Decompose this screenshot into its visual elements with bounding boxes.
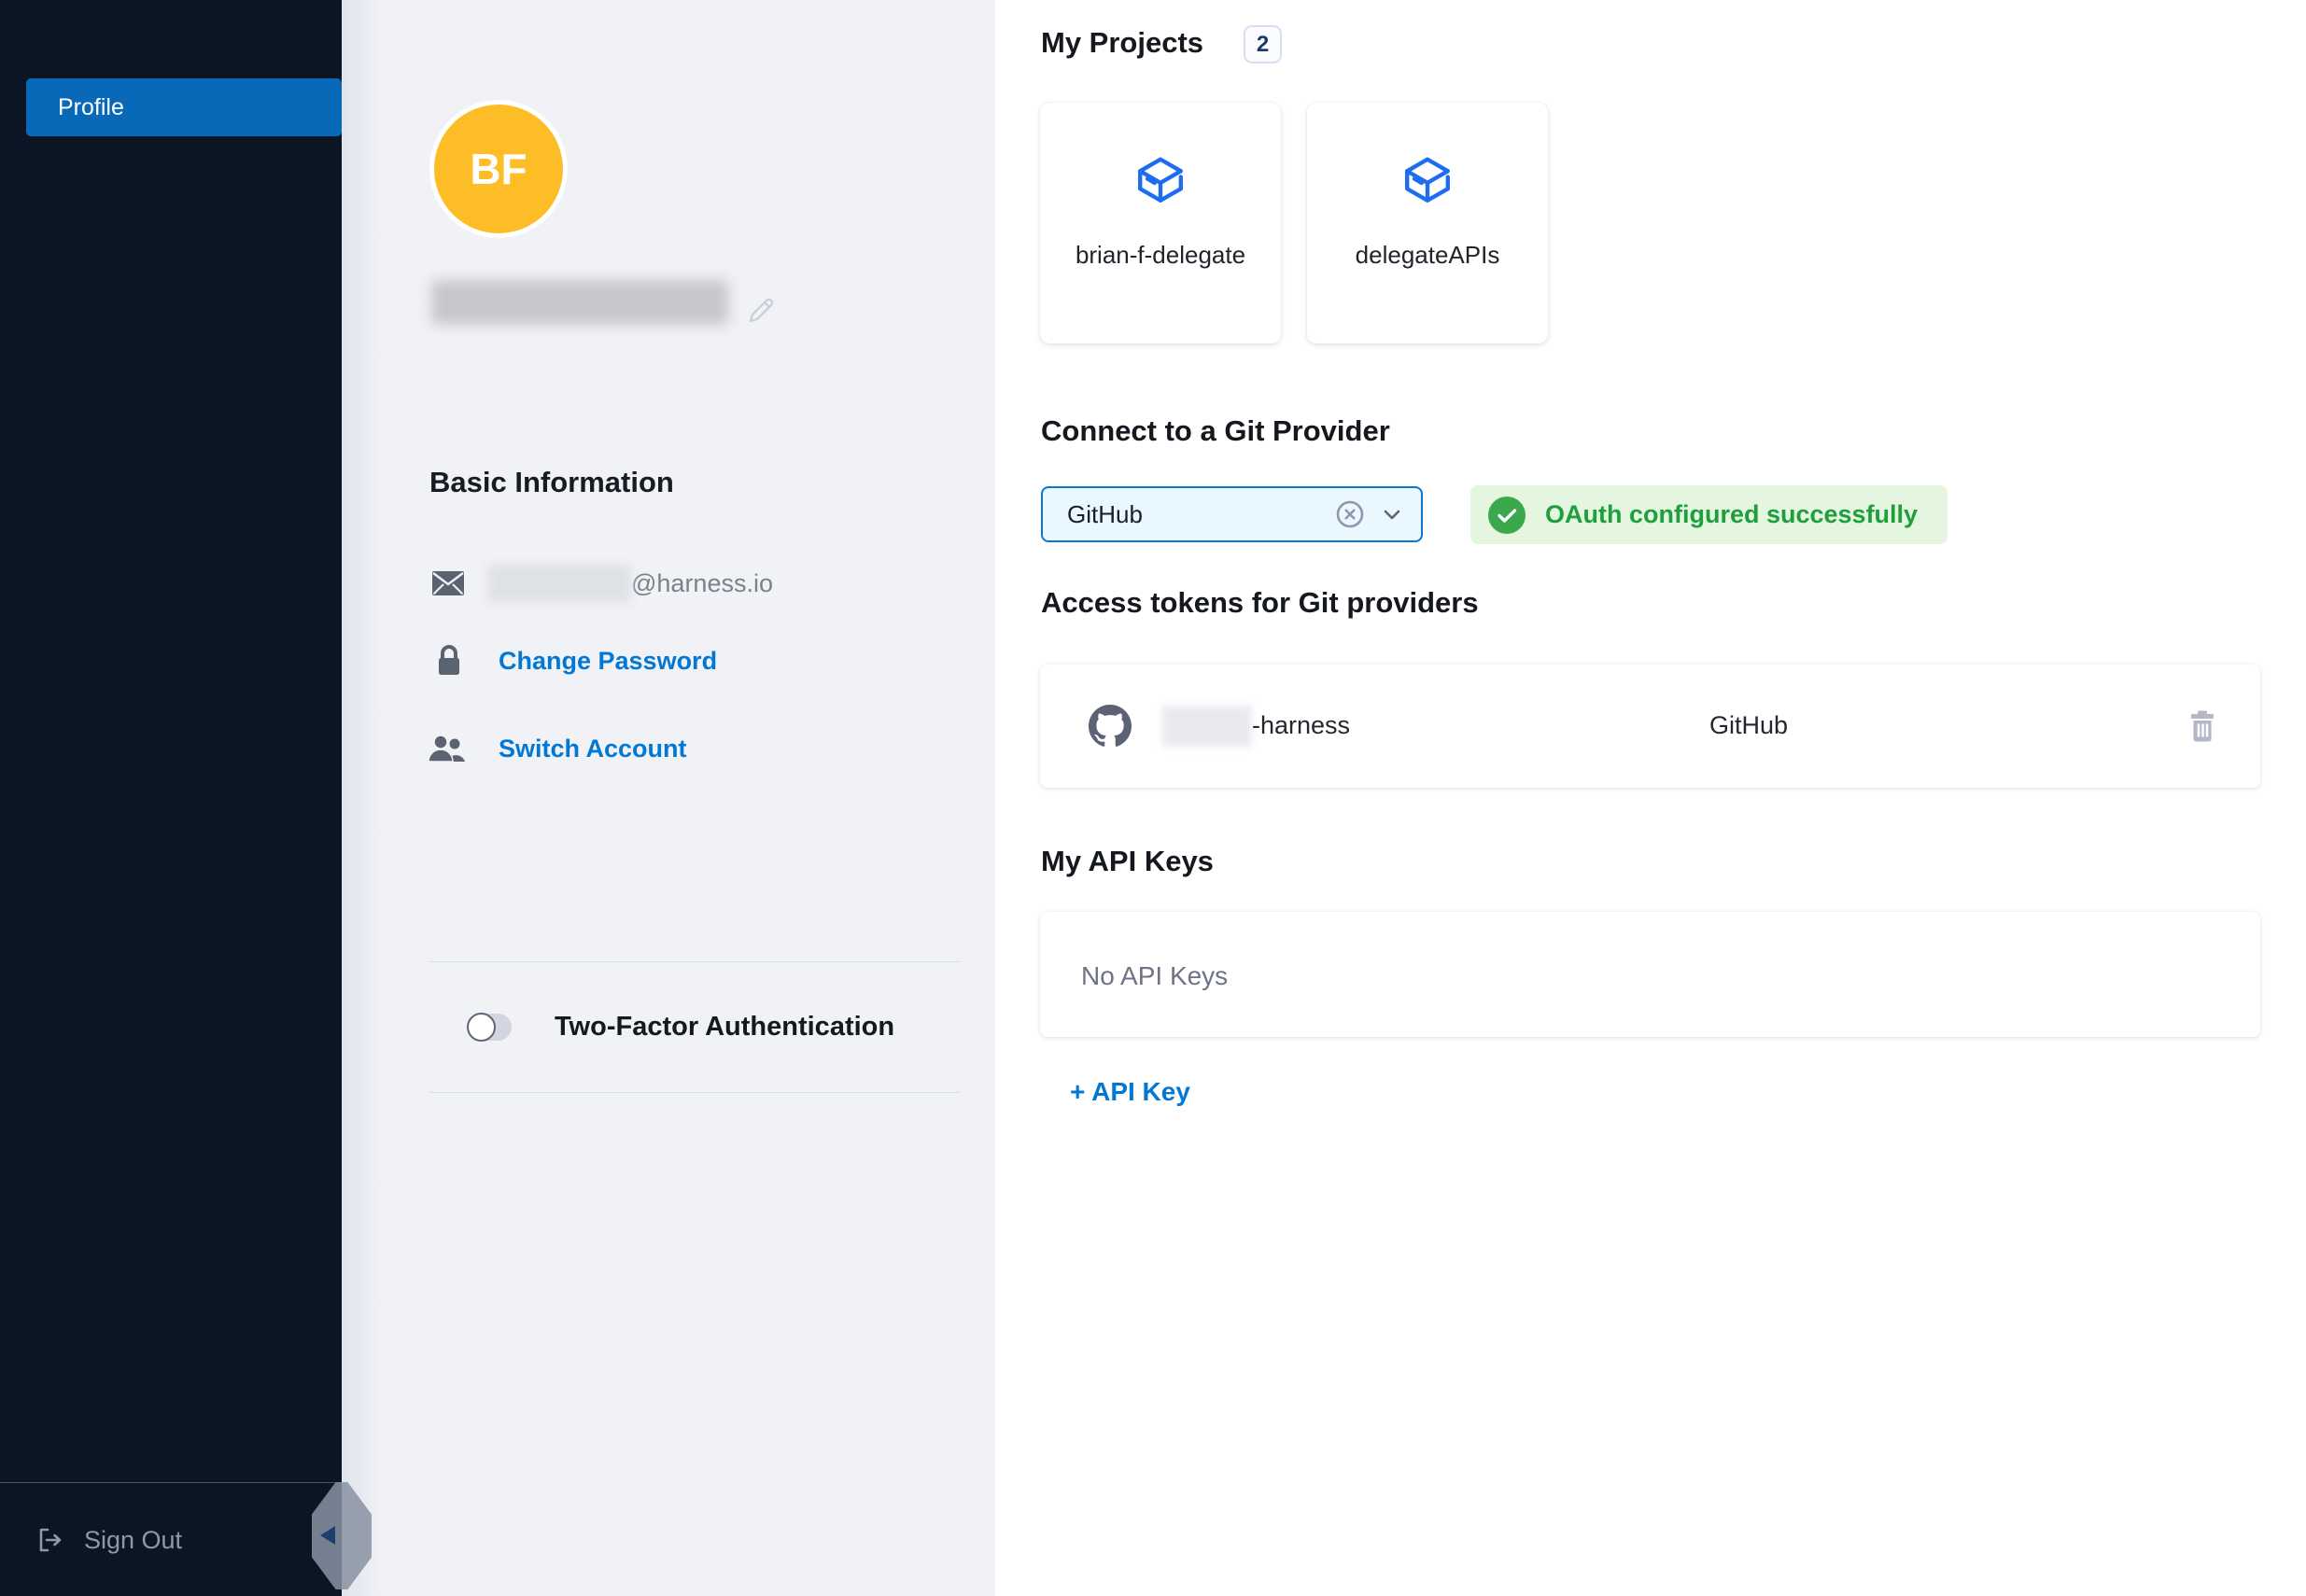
access-tokens-heading: Access tokens for Git providers — [1041, 586, 1479, 620]
github-icon — [1089, 705, 1132, 748]
divider — [429, 961, 960, 962]
email-icon — [431, 570, 465, 596]
toggle-knob — [467, 1013, 496, 1042]
avatar: BF — [434, 105, 563, 233]
project-name: delegateAPIs — [1356, 241, 1500, 270]
git-provider-selected-value: GitHub — [1067, 500, 1143, 529]
oauth-status-text: OAuth configured successfully — [1545, 500, 1918, 529]
sign-out-icon — [35, 1525, 65, 1555]
edit-name-icon[interactable] — [745, 295, 777, 327]
sidebar: Profile Sign Out — [0, 0, 342, 1596]
change-password-link[interactable]: Change Password — [435, 642, 717, 679]
avatar-initials: BF — [470, 144, 527, 194]
two-factor-label: Two-Factor Authentication — [555, 1011, 894, 1043]
project-card[interactable]: delegateAPIs — [1307, 103, 1548, 343]
oauth-status-badge: OAuth configured successfully — [1470, 485, 1947, 544]
git-provider-select[interactable]: GitHub — [1041, 486, 1423, 542]
change-password-label: Change Password — [499, 647, 717, 676]
switch-account-link[interactable]: Switch Account — [428, 730, 687, 767]
basic-information-heading: Basic Information — [429, 466, 674, 499]
chevron-down-icon[interactable] — [1380, 502, 1404, 526]
my-projects-heading: My Projects — [1041, 26, 1203, 60]
token-username-suffix: -harness — [1252, 713, 1350, 738]
token-provider: GitHub — [1709, 713, 1788, 738]
api-keys-empty-message: No API Keys — [1081, 963, 1228, 989]
redacted-email-prefix — [487, 565, 631, 602]
lock-icon — [435, 644, 463, 678]
sidebar-item-profile[interactable]: Profile — [26, 78, 342, 136]
git-provider-heading: Connect to a Git Provider — [1041, 414, 1390, 448]
project-card[interactable]: brian-f-delegate — [1040, 103, 1281, 343]
email-domain: @harness.io — [631, 569, 773, 598]
users-icon — [428, 734, 467, 763]
profile-panel — [342, 0, 995, 1596]
project-cube-icon — [1399, 151, 1456, 209]
project-cube-icon — [1132, 151, 1189, 209]
collapse-left-arrow-icon — [320, 1526, 335, 1545]
clear-selection-icon[interactable] — [1335, 499, 1365, 529]
divider — [429, 1092, 960, 1093]
redacted-display-name — [431, 280, 728, 325]
sign-out-label: Sign Out — [84, 1526, 182, 1555]
api-keys-empty-card: No API Keys — [1040, 912, 2260, 1037]
delete-token-icon[interactable] — [2188, 710, 2216, 742]
api-keys-heading: My API Keys — [1041, 845, 1214, 878]
redacted-token-username — [1162, 706, 1252, 747]
two-factor-toggle[interactable] — [468, 1014, 512, 1041]
check-circle-icon — [1488, 497, 1526, 534]
projects-count-badge: 2 — [1244, 25, 1282, 63]
access-token-row: -harness GitHub — [1040, 665, 2260, 788]
switch-account-label: Switch Account — [499, 735, 687, 763]
email-row: @harness.io — [431, 562, 773, 605]
project-name: brian-f-delegate — [1076, 241, 1245, 270]
add-api-key-button[interactable]: + API Key — [1070, 1079, 1190, 1105]
sign-out-button[interactable]: Sign Out — [35, 1521, 182, 1559]
sidebar-footer-divider — [0, 1482, 342, 1483]
